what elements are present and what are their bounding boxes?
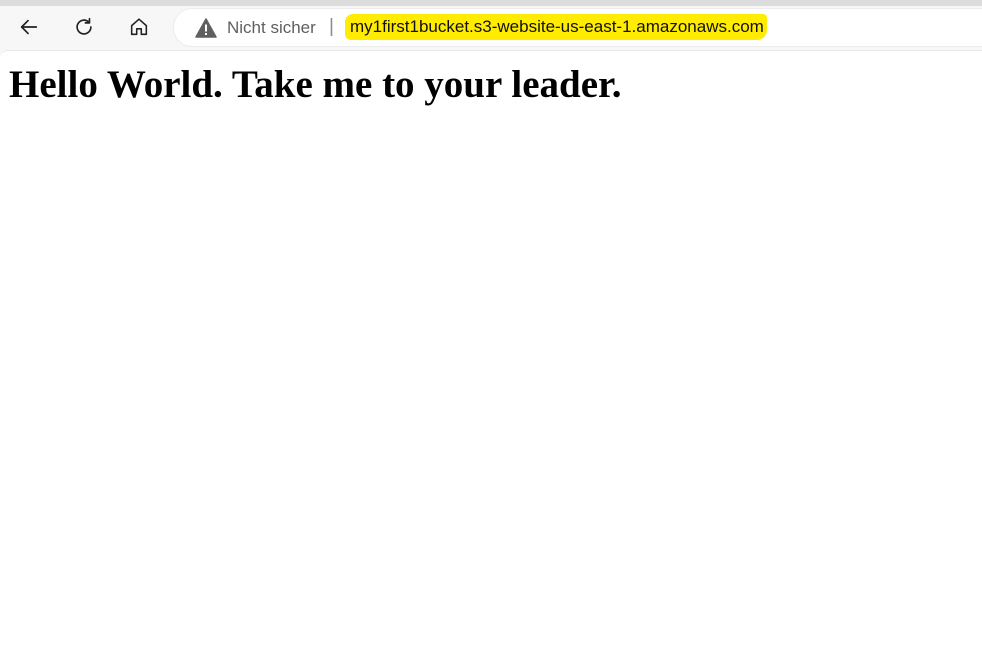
browser-toolbar: Nicht sicher | my1first1bucket.s3-websit… (0, 6, 982, 50)
reload-icon (76, 17, 92, 35)
page-viewport: Hello World. Take me to your leader. (0, 50, 982, 671)
security-status-label[interactable]: Nicht sicher (227, 18, 316, 38)
reload-button[interactable] (67, 10, 101, 44)
address-separator: | (329, 16, 334, 37)
url-text[interactable]: my1first1bucket.s3-website-us-east-1.ama… (345, 14, 767, 40)
back-button[interactable] (12, 10, 46, 44)
home-icon (130, 18, 148, 36)
address-bar[interactable]: Nicht sicher | my1first1bucket.s3-websit… (174, 9, 982, 46)
warning-triangle-icon (195, 18, 217, 38)
home-button[interactable] (122, 10, 156, 44)
page-heading: Hello World. Take me to your leader. (9, 63, 622, 106)
back-arrow-icon (20, 19, 38, 35)
